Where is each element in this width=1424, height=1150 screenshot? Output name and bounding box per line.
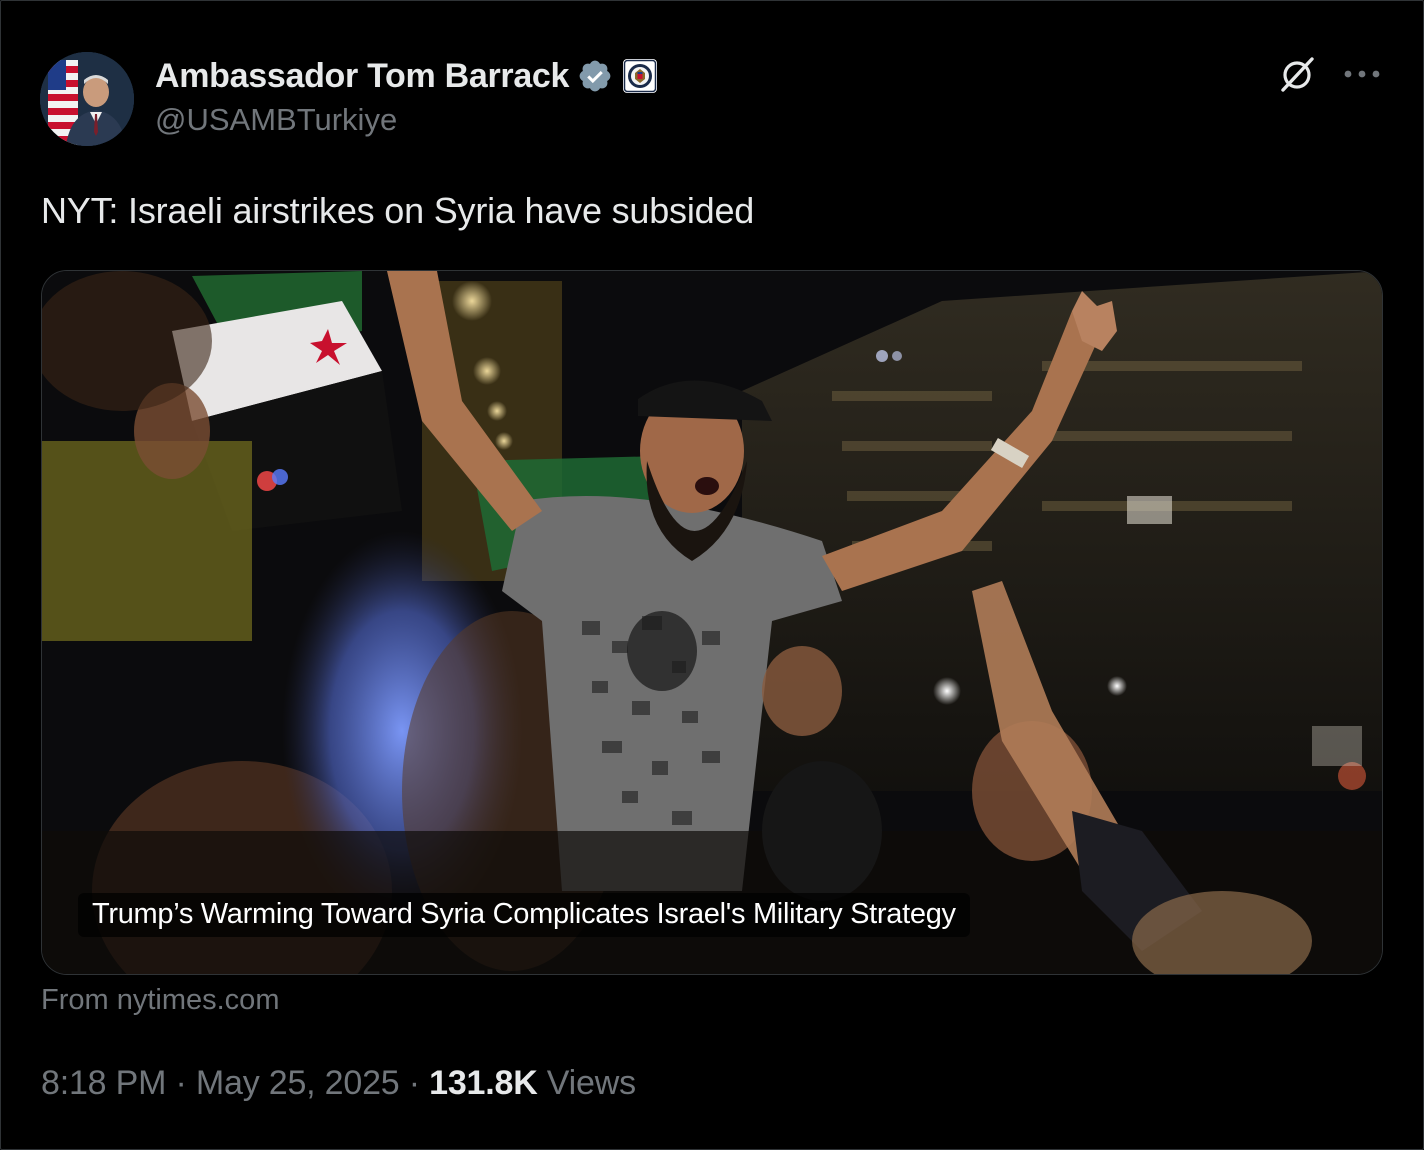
verified-badge-icon — [579, 60, 611, 92]
card-headline[interactable]: Trump’s Warming Toward Syria Complicates… — [78, 893, 970, 937]
card-source[interactable]: From nytimes.com — [41, 984, 279, 1017]
state-department-seal-icon[interactable] — [623, 59, 658, 93]
views-label: Views — [537, 1064, 636, 1102]
views-count: 131.8K — [429, 1064, 538, 1102]
more-icon[interactable] — [1340, 60, 1384, 88]
grok-icon[interactable] — [1276, 54, 1318, 96]
tweet-time[interactable]: 8:18 PM — [41, 1064, 166, 1102]
author-name-row[interactable]: Ambassador Tom Barrack — [155, 54, 658, 98]
tweet-meta: 8:18 PM · May 25, 2025 · 131.8K Views — [41, 1064, 636, 1103]
meta-separator: · — [166, 1064, 196, 1102]
avatar[interactable] — [40, 52, 134, 146]
avatar-photo — [40, 52, 134, 146]
author-handle[interactable]: @USAMBTurkiye — [155, 102, 397, 138]
tweet-text: NYT: Israeli airstrikes on Syria have su… — [41, 190, 755, 231]
tweet-date[interactable]: May 25, 2025 — [196, 1064, 400, 1102]
meta-separator: · — [399, 1064, 430, 1102]
author-display-name[interactable]: Ambassador Tom Barrack — [155, 57, 569, 96]
link-card[interactable]: Trump’s Warming Toward Syria Complicates… — [41, 270, 1383, 975]
card-image[interactable] — [42, 271, 1382, 974]
